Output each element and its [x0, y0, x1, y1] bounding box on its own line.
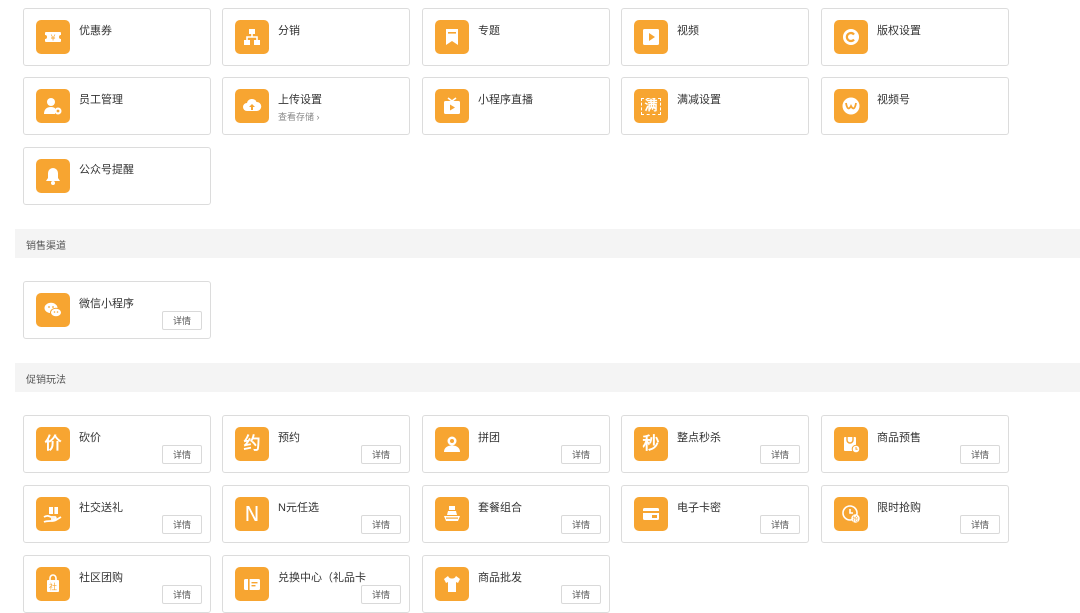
tool-card-coupon[interactable]: ¥ 优惠券 [23, 8, 211, 66]
detail-button[interactable]: 详情 [760, 515, 800, 534]
community-bag-icon: 社 [36, 567, 70, 601]
tool-card-distribution[interactable]: 分销 [222, 8, 410, 66]
full-reduction-icon: 满 [634, 89, 668, 123]
promo-card-presale[interactable]: 商品预售 详情 [821, 415, 1009, 473]
tool-card-staff[interactable]: 员工管理 [23, 77, 211, 135]
svg-text:抢: 抢 [852, 515, 858, 523]
flash-sale-clock-icon: 抢 [834, 497, 868, 531]
tool-card-upload[interactable]: 上传设置 查看存储 › [222, 77, 410, 135]
promo-card-ecard[interactable]: 电子卡密 详情 [621, 485, 809, 543]
tool-title: 满减设置 [677, 94, 721, 106]
tool-title: 微信小程序 [79, 298, 134, 310]
detail-button[interactable]: 详情 [960, 515, 1000, 534]
tool-title: 上传设置 [278, 94, 322, 106]
tool-title: 小程序直播 [478, 94, 533, 106]
tool-title: 套餐组合 [478, 502, 522, 514]
gift-hand-icon [36, 497, 70, 531]
group-buy-icon [435, 427, 469, 461]
section-promotion: 促销玩法 [15, 363, 1080, 392]
tv-live-icon [435, 89, 469, 123]
promo-card-combo[interactable]: 套餐组合 详情 [422, 485, 610, 543]
tool-title: 整点秒杀 [677, 432, 721, 444]
tool-title: 砍价 [79, 432, 101, 444]
bookmark-icon [435, 20, 469, 54]
promo-card-community[interactable]: 社 社区团购 详情 [23, 555, 211, 613]
detail-button[interactable]: 详情 [361, 445, 401, 464]
cloud-upload-icon [235, 89, 269, 123]
play-icon [634, 20, 668, 54]
gift-card-icon [235, 567, 269, 601]
tool-title: 社区团购 [79, 572, 123, 584]
tool-card-topic[interactable]: 专题 [422, 8, 610, 66]
svg-text:¥: ¥ [50, 34, 55, 43]
detail-button[interactable]: 详情 [162, 515, 202, 534]
tool-title: 视频 [677, 25, 699, 37]
tool-card-live[interactable]: 小程序直播 [422, 77, 610, 135]
tool-title: 电子卡密 [677, 502, 721, 514]
promo-card-group-buy[interactable]: 拼团 详情 [422, 415, 610, 473]
tool-card-channels[interactable]: 视频号 [821, 77, 1009, 135]
tool-title: 限时抢购 [877, 502, 921, 514]
bargain-icon: 价 [36, 427, 70, 461]
tool-title: 公众号提醒 [79, 164, 134, 176]
detail-button[interactable]: 详情 [162, 445, 202, 464]
presale-bag-icon [834, 427, 868, 461]
tool-title: 优惠券 [79, 25, 112, 37]
tool-card-oa-reminder[interactable]: 公众号提醒 [23, 147, 211, 205]
tool-card-video[interactable]: 视频 [621, 8, 809, 66]
tool-title: 专题 [478, 25, 500, 37]
staff-settings-icon [36, 89, 70, 123]
chevron-right-icon: › [316, 112, 320, 122]
tool-card-copyright[interactable]: 版权设置 [821, 8, 1009, 66]
promo-card-bargain[interactable]: 价 砍价 详情 [23, 415, 211, 473]
tool-title: 兑换中心（礼品卡 [278, 572, 366, 584]
detail-button[interactable]: 详情 [162, 585, 202, 604]
promo-card-social-gift[interactable]: 社交送礼 详情 [23, 485, 211, 543]
promo-card-n-yuan[interactable]: N N元任选 详情 [222, 485, 410, 543]
copyright-icon [834, 20, 868, 54]
tool-title: 拼团 [478, 432, 500, 444]
seckill-icon: 秒 [634, 427, 668, 461]
view-storage-link[interactable]: 查看存储 › [278, 110, 320, 123]
reserve-icon: 约 [235, 427, 269, 461]
n-yuan-icon: N [235, 497, 269, 531]
tool-title: 分销 [278, 25, 300, 37]
svg-text:社: 社 [49, 582, 57, 592]
detail-button[interactable]: 详情 [561, 445, 601, 464]
promo-card-wholesale[interactable]: 商品批发 详情 [422, 555, 610, 613]
detail-button[interactable]: 详情 [760, 445, 800, 464]
tool-title: 商品批发 [478, 572, 522, 584]
combo-bowl-icon [435, 497, 469, 531]
detail-button[interactable]: 详情 [960, 445, 1000, 464]
section-sales-channel: 销售渠道 [15, 229, 1080, 258]
channels-icon [834, 89, 868, 123]
ecard-icon [634, 497, 668, 531]
wechat-icon [36, 293, 70, 327]
tool-title: 员工管理 [79, 94, 123, 106]
detail-button[interactable]: 详情 [361, 585, 401, 604]
detail-button[interactable]: 详情 [162, 311, 202, 330]
promo-card-seckill[interactable]: 秒 整点秒杀 详情 [621, 415, 809, 473]
distribution-icon [235, 20, 269, 54]
detail-button[interactable]: 详情 [561, 515, 601, 534]
promo-card-reserve[interactable]: 约 预约 详情 [222, 415, 410, 473]
tool-title: 社交送礼 [79, 502, 123, 514]
promo-card-flash-sale[interactable]: 抢 限时抢购 详情 [821, 485, 1009, 543]
wholesale-shirt-icon [435, 567, 469, 601]
coupon-icon: ¥ [36, 20, 70, 54]
tool-title: 预约 [278, 432, 300, 444]
view-storage-label: 查看存储 [278, 112, 315, 122]
tool-card-full-reduction[interactable]: 满 满减设置 [621, 77, 809, 135]
bell-icon [36, 159, 70, 193]
section-title: 销售渠道 [26, 241, 66, 252]
detail-button[interactable]: 详情 [561, 585, 601, 604]
tool-title: N元任选 [278, 502, 319, 514]
channel-card-wechat-mini[interactable]: 微信小程序 详情 [23, 281, 211, 339]
promo-card-exchange[interactable]: 兑换中心（礼品卡 详情 [222, 555, 410, 613]
section-title: 促销玩法 [26, 375, 66, 386]
detail-button[interactable]: 详情 [361, 515, 401, 534]
tool-title: 版权设置 [877, 25, 921, 37]
tool-title: 商品预售 [877, 432, 921, 444]
tool-title: 视频号 [877, 94, 910, 106]
